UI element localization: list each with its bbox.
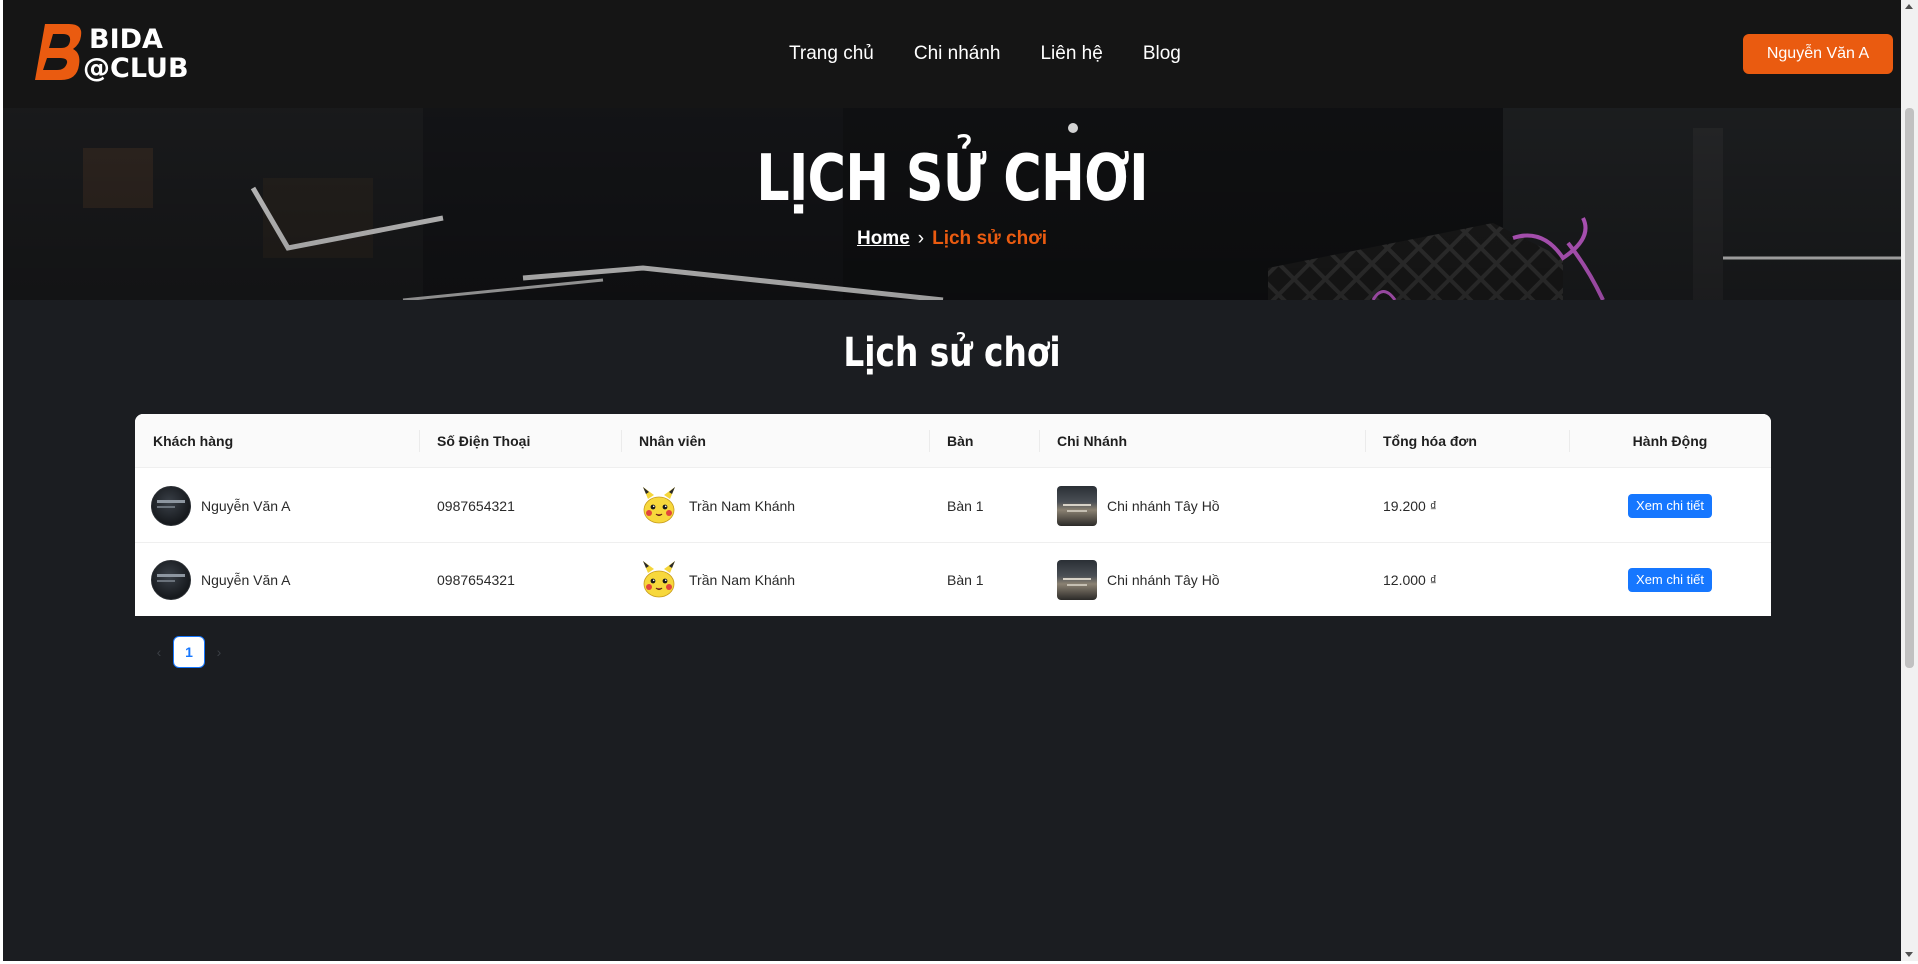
- hero-banner: LỊCH SỬ CHƠI Home › Lịch sử chơi: [3, 108, 1901, 300]
- branch-thumbnail: [1057, 559, 1097, 600]
- pagination-next-button[interactable]: ›: [205, 644, 233, 660]
- column-header-table: Bàn: [947, 433, 974, 449]
- column-divider: [929, 430, 930, 452]
- staff-avatar-icon: [643, 560, 675, 597]
- nav-trang-chu[interactable]: Trang chủ: [789, 40, 874, 68]
- staff-cell: Trần Nam Khánh: [639, 543, 795, 616]
- view-detail-button[interactable]: Xem chi tiết: [1628, 493, 1712, 518]
- nav-lien-he[interactable]: Liên hệ: [1040, 40, 1102, 68]
- total-cell: 12.000 ₫: [1383, 571, 1437, 588]
- customer-name: Nguyễn Văn A: [201, 571, 291, 588]
- customer-avatar: [151, 559, 191, 600]
- customer-cell: Nguyễn Văn A: [151, 469, 291, 542]
- column-divider: [1039, 430, 1040, 452]
- action-cell: Xem chi tiết: [1569, 543, 1771, 616]
- nav-blog[interactable]: Blog: [1143, 40, 1181, 68]
- column-divider: [1365, 430, 1366, 452]
- pagination-page-button[interactable]: 1: [173, 636, 205, 668]
- staff-cell: Trần Nam Khánh: [639, 469, 795, 542]
- pagination-prev-button[interactable]: ‹: [145, 644, 173, 660]
- phone-cell: 0987654321: [437, 571, 515, 588]
- column-header-staff: Nhân viên: [639, 433, 706, 449]
- staff-avatar-icon: [643, 486, 675, 523]
- column-header-phone: Số Điện Thoại: [437, 433, 531, 449]
- staff-name: Trần Nam Khánh: [689, 497, 796, 514]
- bida-club-logo[interactable]: BIDA @CLUB: [35, 22, 205, 84]
- pagination: ‹ 1 ›: [145, 636, 233, 668]
- customer-cell: Nguyễn Văn A: [151, 543, 291, 616]
- action-cell: Xem chi tiết: [1569, 469, 1771, 542]
- main-nav: Trang chủ Chi nhánh Liên hệ Blog: [789, 40, 1221, 68]
- branch-name: Chi nhánh Tây Hồ: [1107, 497, 1220, 514]
- section-title: Lịch sử chơi: [843, 330, 1061, 376]
- branch-cell: Chi nhánh Tây Hồ: [1057, 543, 1220, 616]
- breadcrumb: Home › Lịch sử chơi: [3, 228, 1901, 250]
- table-number-cell: Bàn 1: [947, 571, 984, 588]
- total-cell: 19.200 ₫: [1383, 497, 1437, 514]
- branch-thumbnail: [1057, 485, 1097, 526]
- column-header-total: Tổng hóa đơn: [1383, 433, 1477, 449]
- column-header-branch: Chi Nhánh: [1057, 433, 1127, 449]
- svg-text:BIDA: BIDA: [89, 24, 163, 55]
- customer-avatar: [151, 485, 191, 526]
- site-header: BIDA @CLUB Trang chủ Chi nhánh Liên hệ B…: [3, 0, 1901, 108]
- user-account-button[interactable]: Nguyễn Văn A: [1743, 34, 1893, 74]
- branch-name: Chi nhánh Tây Hồ: [1107, 571, 1220, 588]
- branch-cell: Chi nhánh Tây Hồ: [1057, 469, 1220, 542]
- breadcrumb-home-link[interactable]: Home: [857, 228, 910, 249]
- breadcrumb-separator: ›: [917, 228, 925, 249]
- customer-name: Nguyễn Văn A: [201, 497, 291, 514]
- column-header-action: Hành Động: [1632, 433, 1708, 449]
- staff-name: Trần Nam Khánh: [689, 571, 796, 588]
- scroll-thumb[interactable]: [1905, 108, 1914, 668]
- view-detail-button[interactable]: Xem chi tiết: [1628, 567, 1712, 592]
- table-header: Khách hàng Số Điện Thoại Nhân viên Bàn C…: [135, 414, 1771, 468]
- history-table: Khách hàng Số Điện Thoại Nhân viên Bàn C…: [135, 414, 1771, 616]
- phone-cell: 0987654321: [437, 497, 515, 514]
- page-title: LỊCH SỬ CHƠI: [756, 142, 1148, 216]
- column-divider: [621, 430, 622, 452]
- breadcrumb-current: Lịch sử chơi: [932, 228, 1048, 249]
- table-row: Nguyễn Văn A 0987654321 Trần Nam Khánh B…: [135, 543, 1771, 616]
- scroll-up-arrow-icon[interactable]: [1905, 4, 1913, 9]
- column-header-customer: Khách hàng: [153, 433, 234, 449]
- column-divider: [419, 430, 420, 452]
- page-scrollbar[interactable]: [1901, 0, 1918, 961]
- nav-chi-nhanh[interactable]: Chi nhánh: [914, 40, 1001, 68]
- table-row: Nguyễn Văn A 0987654321 Trần Nam Khánh B…: [135, 469, 1771, 543]
- page-frame: BIDA @CLUB Trang chủ Chi nhánh Liên hệ B…: [3, 0, 1901, 961]
- scroll-down-arrow-icon[interactable]: [1905, 952, 1913, 957]
- table-number-cell: Bàn 1: [947, 497, 984, 514]
- svg-text:@CLUB: @CLUB: [83, 53, 189, 84]
